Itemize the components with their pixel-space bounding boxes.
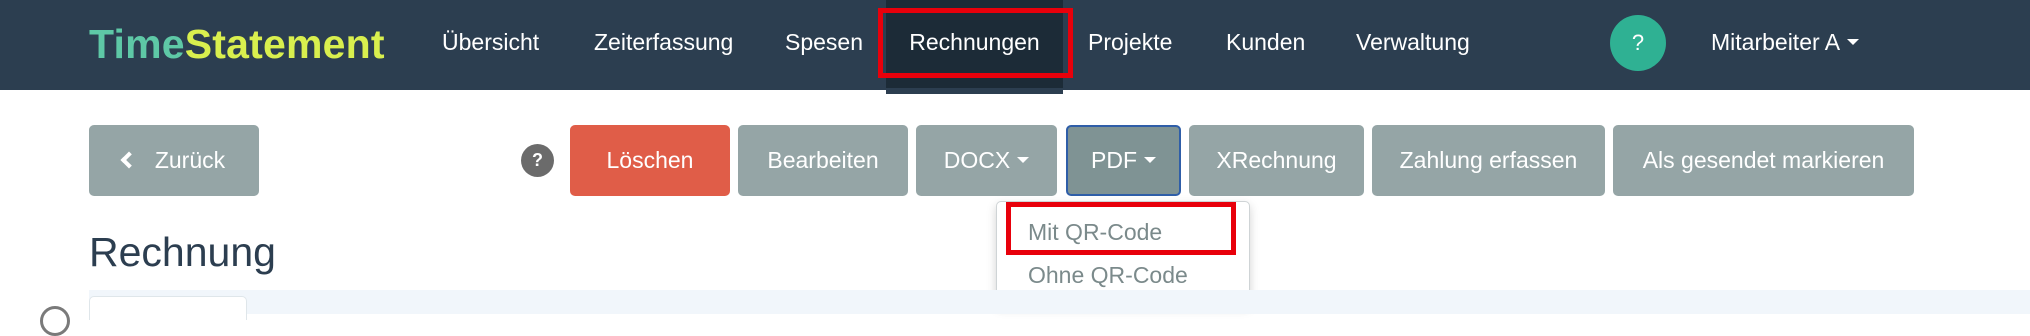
edit-button[interactable]: Bearbeiten: [738, 125, 908, 196]
record-payment-button[interactable]: Zahlung erfassen: [1372, 125, 1605, 196]
mark-as-sent-button[interactable]: Als gesendet markieren: [1613, 125, 1914, 196]
nav-item-verwaltung[interactable]: Verwaltung: [1356, 0, 1470, 90]
back-button[interactable]: Zurück: [89, 125, 259, 196]
help-button[interactable]: ?: [1610, 15, 1666, 71]
docx-button-label: DOCX: [943, 147, 1011, 173]
pdf-dropdown-button[interactable]: PDF: [1066, 125, 1181, 196]
caret-down-icon: [1017, 156, 1030, 163]
top-navbar: TimeStatement Übersicht Zeiterfassung Sp…: [0, 0, 2030, 90]
nav-item-rechnungen[interactable]: Rechnungen: [886, 0, 1063, 90]
content-tab[interactable]: [89, 296, 247, 320]
brand-logo-part2: Statement: [184, 21, 385, 67]
toolbar-help-icon[interactable]: ?: [521, 144, 554, 177]
nav-item-uebersicht[interactable]: Übersicht: [442, 0, 539, 90]
caret-down-icon: [1144, 156, 1156, 163]
docx-dropdown-button[interactable]: DOCX: [916, 125, 1057, 196]
chevron-left-icon: [120, 151, 138, 169]
nav-item-projekte[interactable]: Projekte: [1088, 0, 1172, 90]
active-nav-indicator: [886, 88, 1063, 94]
back-button-label: Zurück: [154, 147, 226, 173]
content-area: [89, 290, 2030, 314]
user-menu-label: Mitarbeiter A: [1711, 29, 1841, 55]
dropdown-option-without-qr-code[interactable]: Ohne QR-Code: [1028, 255, 1188, 295]
brand-logo-part1: Time: [89, 21, 185, 67]
nav-item-spesen[interactable]: Spesen: [785, 0, 863, 90]
xrechnung-button[interactable]: XRechnung: [1189, 125, 1364, 196]
delete-button[interactable]: Löschen: [570, 125, 730, 196]
page-title: Rechnung: [89, 229, 276, 275]
partial-circle-icon: [40, 306, 70, 336]
pdf-button-label: PDF: [1091, 147, 1137, 173]
nav-item-zeiterfassung[interactable]: Zeiterfassung: [594, 0, 733, 90]
user-menu[interactable]: Mitarbeiter A: [1711, 0, 1860, 90]
brand-logo[interactable]: TimeStatement: [89, 14, 385, 74]
nav-item-kunden[interactable]: Kunden: [1226, 0, 1305, 90]
dropdown-option-with-qr-code[interactable]: Mit QR-Code: [1028, 212, 1162, 252]
caret-down-icon: [1847, 38, 1860, 45]
